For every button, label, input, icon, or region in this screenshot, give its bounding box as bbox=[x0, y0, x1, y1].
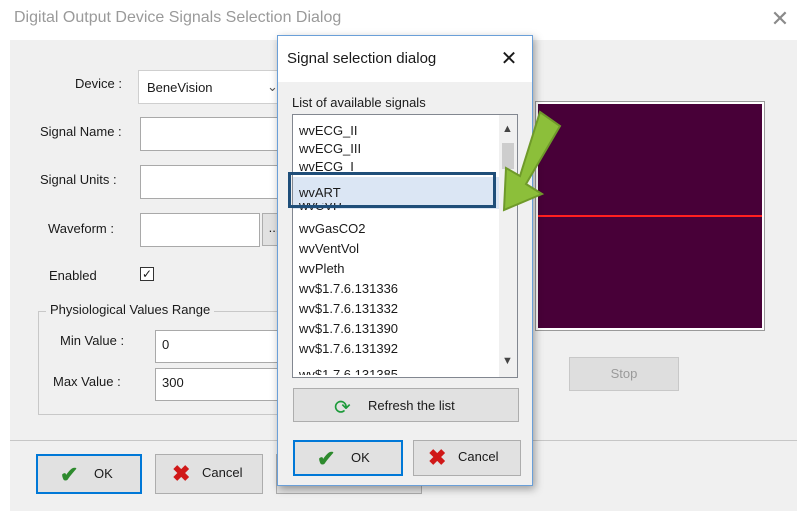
popup-ok-button[interactable]: ✔ OK bbox=[293, 440, 403, 476]
refresh-label: Refresh the list bbox=[368, 398, 455, 413]
main-title: Digital Output Device Signals Selection … bbox=[14, 9, 342, 26]
signal-item[interactable]: wvECG_I bbox=[299, 157, 354, 171]
signal-list[interactable]: wvECG_II wvECG_III wvECG_I wvART wvCVP w… bbox=[292, 114, 518, 378]
enabled-checkbox[interactable]: ✓ bbox=[140, 267, 154, 281]
refresh-icon: ⟳ bbox=[334, 397, 351, 419]
device-select[interactable]: BeneVision ⌄ bbox=[138, 70, 286, 104]
main-ok-label: OK bbox=[94, 466, 113, 481]
signal-item[interactable]: wv$1.7.6.131332 bbox=[299, 299, 398, 319]
waveform-preview bbox=[536, 102, 764, 330]
signal-item[interactable]: wvECG_II bbox=[299, 121, 358, 141]
signal-name-field[interactable] bbox=[140, 117, 286, 151]
waveform-label: Waveform : bbox=[48, 221, 114, 236]
popup-close-icon[interactable]: ✕ bbox=[496, 47, 522, 71]
waveform-field[interactable] bbox=[140, 213, 260, 247]
checkmark-icon: ✓ bbox=[141, 267, 153, 281]
popup-titlebar: Signal selection dialog ✕ bbox=[278, 36, 532, 82]
popup-cancel-label: Cancel bbox=[458, 449, 499, 464]
phys-range-legend: Physiological Values Range bbox=[46, 302, 215, 317]
signal-item[interactable]: wv$1.7.6.131390 bbox=[299, 319, 398, 339]
cancel-x-icon: ✖ bbox=[428, 445, 447, 470]
cancel-x-icon: ✖ bbox=[172, 461, 191, 486]
enabled-label: Enabled bbox=[49, 268, 97, 283]
main-ok-button[interactable]: ✔ OK bbox=[36, 454, 142, 494]
waveform-trace bbox=[538, 215, 762, 217]
min-value-field[interactable]: 0 bbox=[155, 330, 286, 363]
max-value-field[interactable]: 300 bbox=[155, 368, 286, 401]
refresh-list-button[interactable]: ⟳ Refresh the list bbox=[293, 388, 519, 422]
signal-item[interactable]: wvPleth bbox=[299, 259, 345, 279]
signal-item[interactable]: wvVentVol bbox=[299, 239, 359, 259]
signal-item[interactable]: wv$1.7.6.131392 bbox=[299, 339, 398, 359]
pointer-arrow-icon bbox=[502, 110, 562, 212]
popup-cancel-button[interactable]: ✖ Cancel bbox=[413, 440, 521, 476]
signal-list-caption: List of available signals bbox=[292, 95, 426, 110]
scroll-down-icon[interactable]: ▼ bbox=[502, 355, 513, 367]
signal-item[interactable]: wvECG_III bbox=[299, 139, 361, 159]
selection-highlight-box bbox=[288, 172, 496, 208]
stop-button[interactable]: Stop bbox=[569, 357, 679, 391]
popup-title: Signal selection dialog bbox=[287, 50, 437, 67]
main-cancel-button[interactable]: ✖ Cancel bbox=[155, 454, 263, 494]
min-value-label: Min Value : bbox=[60, 333, 125, 348]
signal-name-label: Signal Name : bbox=[40, 124, 122, 139]
signal-units-field[interactable] bbox=[140, 165, 286, 199]
device-value: BeneVision bbox=[147, 80, 213, 95]
signal-units-label: Signal Units : bbox=[40, 172, 117, 187]
signal-item[interactable]: wvGasCO2 bbox=[299, 219, 365, 239]
signal-item[interactable]: wv$1.7.6.131385 bbox=[299, 361, 398, 375]
device-label: Device : bbox=[75, 76, 122, 91]
popup-ok-label: OK bbox=[351, 450, 370, 465]
signal-item[interactable]: wv$1.7.6.131336 bbox=[299, 279, 398, 299]
main-cancel-label: Cancel bbox=[202, 465, 243, 480]
signal-selection-dialog: Signal selection dialog ✕ List of availa… bbox=[277, 35, 533, 486]
max-value-label: Max Value : bbox=[53, 374, 121, 389]
main-close-icon[interactable]: ✕ bbox=[763, 4, 797, 34]
check-icon: ✔ bbox=[60, 462, 79, 487]
check-icon: ✔ bbox=[317, 446, 336, 471]
main-titlebar: Digital Output Device Signals Selection … bbox=[0, 0, 797, 40]
